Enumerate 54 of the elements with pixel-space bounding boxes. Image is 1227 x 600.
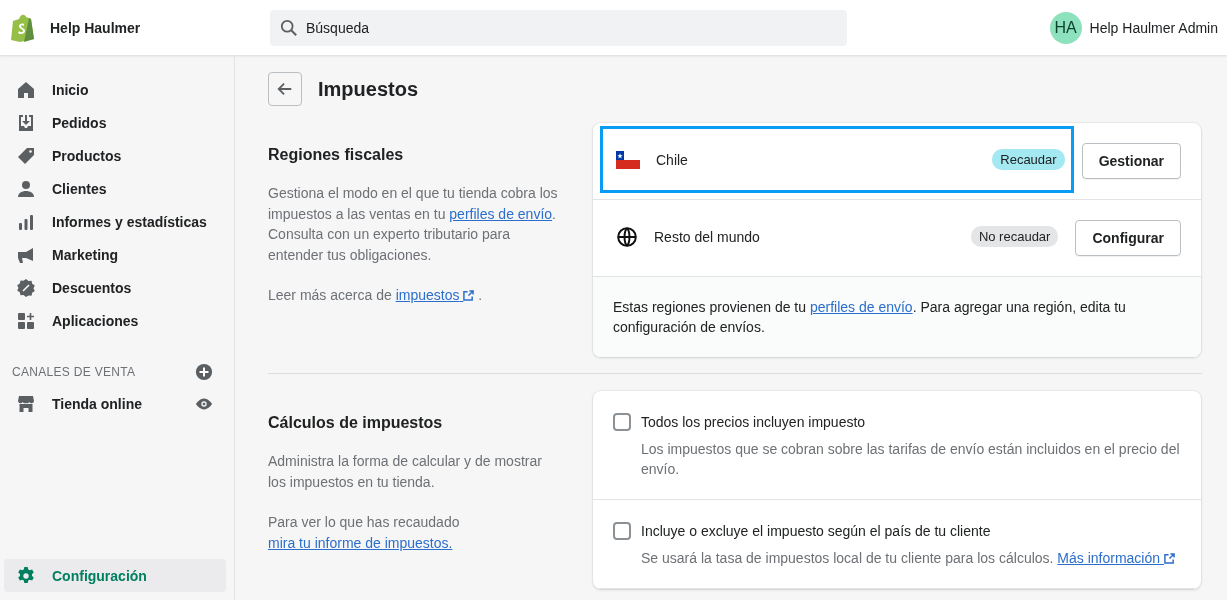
back-button[interactable] bbox=[268, 72, 302, 106]
region-action-button[interactable]: Gestionar bbox=[1081, 143, 1181, 179]
region-action-button[interactable]: Configurar bbox=[1075, 220, 1181, 256]
link[interactable]: Más información bbox=[1057, 550, 1175, 566]
link[interactable]: impuestos bbox=[395, 287, 475, 303]
page-title: Impuestos bbox=[318, 77, 419, 101]
sidebar-item[interactable]: Configuración bbox=[4, 559, 226, 592]
add-icon[interactable] bbox=[195, 363, 213, 381]
sidebar-item[interactable]: Aplicaciones bbox=[4, 304, 226, 337]
search-field[interactable]: Búsqueda bbox=[270, 9, 847, 46]
section-title: Regiones fiscales bbox=[268, 146, 405, 164]
tag-icon bbox=[16, 145, 36, 166]
user-name[interactable]: Help Haulmer Admin bbox=[1089, 19, 1218, 36]
home-icon bbox=[16, 79, 36, 100]
section-description: Administra la forma de calcular y de mostrar los impuestos en tu tienda. bbox=[268, 452, 543, 492]
sidebar-item[interactable]: Inicio bbox=[4, 73, 226, 106]
flag-icon bbox=[616, 150, 640, 169]
status-badge: No recaudar bbox=[970, 226, 1059, 247]
status-badge: Recaudar bbox=[992, 149, 1065, 170]
section-description: Para ver lo que has recaudado mira tu informe de impuestos. bbox=[268, 513, 461, 553]
sidebar-item[interactable]: Productos bbox=[4, 139, 226, 172]
region-name: Chile bbox=[656, 151, 689, 168]
globe-icon bbox=[616, 225, 638, 248]
section-title: Cálculos de impuestos bbox=[268, 414, 444, 432]
section-description: Gestiona el modo en el que tu tienda cobra los impuestos a las ventas en tu perfiles de envío. Consulta con un experto tributario para entender tus obligaciones. bbox=[268, 184, 559, 265]
store-name: Help Haulmer bbox=[50, 19, 142, 36]
search-icon bbox=[280, 18, 298, 37]
settings-icon bbox=[16, 565, 36, 586]
sidebar-item[interactable]: Pedidos bbox=[4, 106, 226, 139]
option-help-text: Se usará la tasa de impuestos local de tu cliente para los cálculos. Más información bbox=[641, 548, 1181, 568]
percent-badge-icon bbox=[16, 277, 36, 298]
sidebar-item[interactable]: Descuentos bbox=[4, 271, 226, 304]
arrow-left-icon bbox=[276, 80, 294, 98]
apps-grid-icon bbox=[16, 310, 36, 331]
person-icon bbox=[16, 178, 36, 199]
option-label: Todos los precios incluyen impuesto bbox=[641, 414, 866, 430]
checkbox[interactable] bbox=[613, 522, 631, 540]
section-description: Leer más acerca de impuestos . bbox=[268, 286, 484, 305]
sidebar-item[interactable]: Clientes bbox=[4, 172, 226, 205]
sidebar-item[interactable]: Informes y estadísticas bbox=[4, 205, 226, 238]
sidebar-item[interactable]: Marketing bbox=[4, 238, 226, 271]
sidebar-item[interactable]: Tienda online bbox=[4, 387, 226, 420]
card-footer-text: Estas regiones provienen de tu perfiles de envío. Para agregar una región, edita tu configuración de envíos. bbox=[593, 277, 1201, 357]
section-heading: CANALES DE VENTA bbox=[12, 365, 136, 379]
option-label: Incluye o excluye el impuesto según el país de tu cliente bbox=[641, 523, 991, 539]
checkbox[interactable] bbox=[613, 413, 631, 431]
option-help-text: Los impuestos que se cobran sobre las tarifas de envío están incluidos en el precio del envío. bbox=[641, 440, 1181, 479]
link[interactable]: perfiles de envío bbox=[809, 299, 913, 315]
storefront-icon bbox=[16, 393, 36, 414]
inbox-arrow-icon bbox=[16, 112, 36, 133]
shopping-bag-logo-icon bbox=[10, 13, 35, 42]
region-name: Resto del mundo bbox=[654, 228, 761, 245]
user-avatar[interactable]: HA bbox=[1049, 11, 1082, 44]
link[interactable]: mira tu informe de impuestos. bbox=[268, 534, 453, 551]
